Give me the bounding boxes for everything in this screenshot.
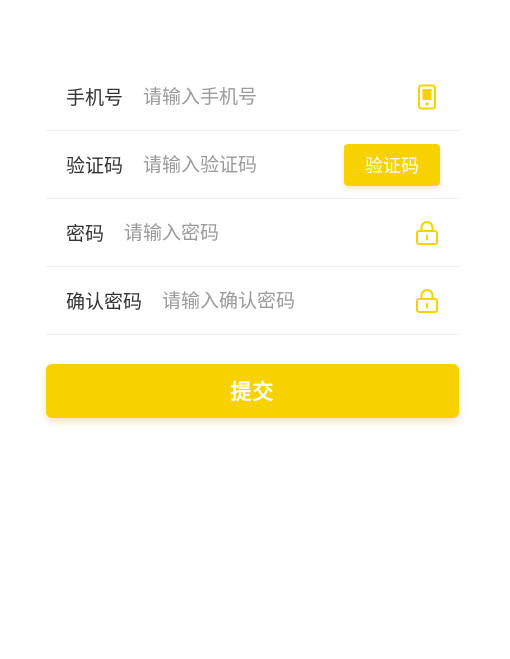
code-row: 验证码 验证码	[46, 131, 459, 199]
confirm-password-label: 确认密码	[66, 291, 143, 313]
code-label: 验证码	[66, 155, 124, 177]
register-page: 手机号 验证码 验证码 密码	[0, 0, 510, 659]
lock-icon	[415, 288, 439, 314]
phone-row: 手机号	[46, 63, 459, 131]
get-code-button[interactable]: 验证码	[344, 143, 440, 186]
register-form: 手机号 验证码 验证码 密码	[46, 63, 459, 335]
lock-icon	[415, 220, 439, 246]
code-input[interactable]	[143, 153, 334, 176]
phone-label: 手机号	[66, 87, 124, 109]
submit-button[interactable]: 提交	[46, 364, 459, 418]
confirm-password-input[interactable]	[162, 289, 353, 312]
password-label: 密码	[66, 223, 105, 245]
confirm-password-row: 确认密码	[46, 267, 459, 335]
password-row: 密码	[46, 199, 459, 267]
phone-icon	[415, 84, 439, 110]
password-input[interactable]	[124, 221, 315, 244]
phone-input[interactable]	[143, 85, 334, 108]
